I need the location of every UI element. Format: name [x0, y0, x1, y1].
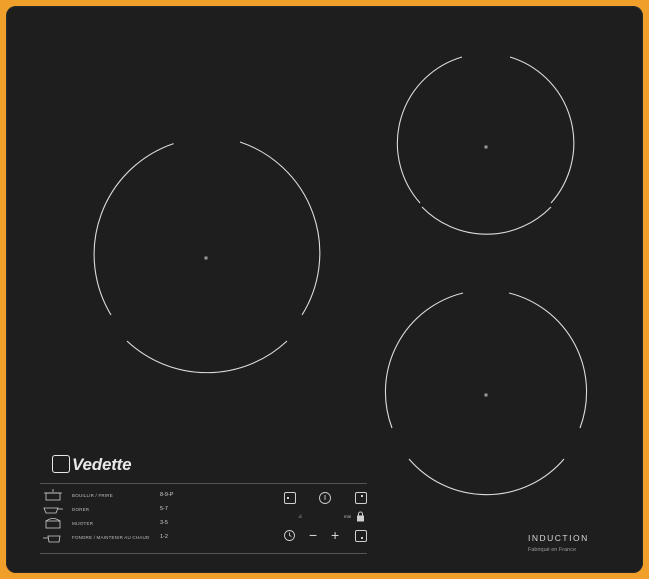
guide-row: FONDRE / MAINTENIR AU CHAUD 1-2	[42, 532, 202, 546]
induction-label: INDUCTION	[528, 533, 589, 543]
zone-select-left-button[interactable]	[284, 492, 296, 504]
guide-label: DORER	[72, 507, 90, 512]
brand-mark-icon	[52, 455, 70, 473]
minus-button[interactable]: −	[309, 527, 317, 543]
saucepan-icon	[43, 535, 61, 543]
power-button-icon[interactable]	[318, 491, 332, 505]
timer-icon[interactable]	[283, 529, 296, 542]
guide-label: BOUILLIR / FRIRE	[72, 493, 113, 498]
cooking-zone-small-top-right[interactable]	[396, 56, 575, 235]
guide-row: DORER 5-7	[42, 504, 202, 518]
level-indicator: .ıl	[298, 514, 302, 519]
zone-select-top-right-button[interactable]	[355, 492, 367, 504]
guide-row: MIJOTER 3-5	[42, 518, 202, 532]
pan-icon	[43, 507, 63, 514]
guide-row: BOUILLIR / FRIRE 8-9-P	[42, 489, 202, 504]
brand-name: Vedette	[72, 455, 132, 474]
guide-value: 8-9-P	[160, 492, 174, 498]
cooking-zone-medium-bottom-right[interactable]	[384, 292, 588, 496]
plus-button[interactable]: +	[331, 527, 339, 543]
cooking-zone-large-left[interactable]	[93, 141, 321, 374]
guide-value: 1-2	[160, 534, 168, 540]
divider-bottom	[40, 553, 367, 554]
guide-value: 3-5	[160, 520, 168, 526]
brand-logo: Vedette	[52, 455, 132, 475]
lock-label: min	[344, 514, 352, 519]
guide-value: 5-7	[160, 506, 168, 512]
casserole-icon	[45, 518, 61, 529]
guide-label: FONDRE / MAINTENIR AU CHAUD	[72, 535, 150, 540]
lock-icon[interactable]	[356, 511, 365, 522]
origin-label: Fabriqué en France	[528, 547, 576, 553]
pot-icon	[44, 489, 62, 501]
zone-select-bottom-right-button[interactable]	[355, 530, 367, 542]
divider-top	[40, 483, 367, 484]
guide-label: MIJOTER	[72, 521, 94, 526]
